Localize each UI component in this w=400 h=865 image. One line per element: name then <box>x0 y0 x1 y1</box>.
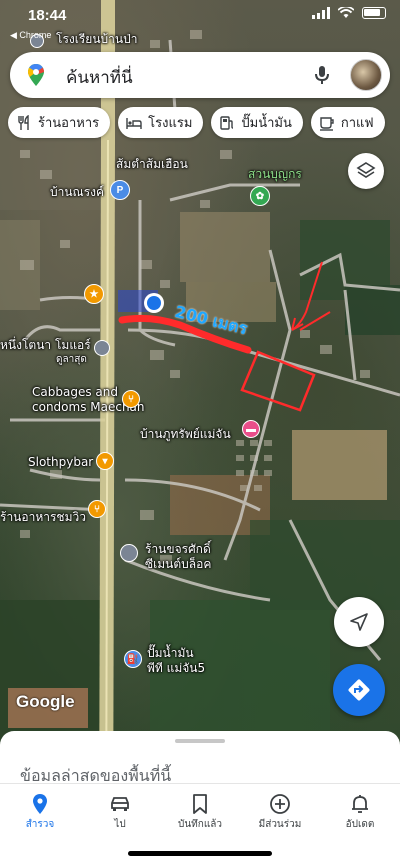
nav-label: อัปเดต <box>345 819 375 830</box>
microphone-icon[interactable] <box>310 63 334 87</box>
chip-coffee[interactable]: กาแฟ <box>310 107 385 138</box>
plus-circle-icon <box>270 794 290 814</box>
status-time: 18:44 <box>28 7 67 24</box>
fork-knife-icon <box>18 114 29 130</box>
back-to-chrome-link[interactable]: ◀ Chrome <box>10 30 51 41</box>
google-maps-logo-icon <box>28 64 44 86</box>
gas-station-pin-icon[interactable]: ⛽ <box>124 650 142 668</box>
bar-pin-icon[interactable]: ▾ <box>96 452 114 470</box>
home-indicator[interactable] <box>128 851 272 856</box>
nav-go[interactable]: ไป <box>80 784 160 836</box>
park-pin-icon[interactable]: ✿ <box>250 186 270 206</box>
nav-updates[interactable]: อัปเดต <box>320 784 400 836</box>
map-label-gas[interactable]: ปั๊มน้ำมัน พีที แม่จัน5 <box>147 646 205 676</box>
restaurant-pin-icon[interactable]: ⑂ <box>88 500 106 518</box>
chip-label: ร้านอาหาร <box>38 116 100 131</box>
location-pin-icon <box>33 794 47 814</box>
battery-icon <box>362 7 386 19</box>
directions-icon <box>348 679 370 701</box>
map-label-slothpybar[interactable]: Slothpybar <box>28 455 93 469</box>
car-icon <box>111 797 129 811</box>
status-bar: 18:44 ◀ Chrome <box>0 0 400 40</box>
bookmark-icon <box>193 794 207 814</box>
chip-gas-stations[interactable]: ปั๊มน้ำมัน <box>211 107 303 138</box>
home-indicator-area <box>0 835 400 865</box>
gas-pump-icon <box>220 115 234 130</box>
nav-label: บันทึกแล้ว <box>177 819 223 830</box>
signal-icon <box>312 7 330 19</box>
map-label-school[interactable]: โรงเรียนบ้านป่า <box>56 30 137 49</box>
map-label-banphut[interactable]: บ้านภูทรัพย์แม่จัน <box>140 425 231 444</box>
map-label-nueng-sub: ดูลาสุด <box>56 354 87 365</box>
map-label-bannarong[interactable]: บ้านณรงค์ <box>50 183 104 202</box>
nav-label: สำรวจ <box>25 819 55 830</box>
wifi-icon <box>338 7 354 18</box>
category-chips: ร้านอาหาร โรงแรม ปั๊มน้ำมัน กาแฟ <box>8 107 385 139</box>
star-pin-icon[interactable]: ★ <box>84 284 104 304</box>
nav-label: ไป <box>114 819 126 830</box>
map-label-somtam[interactable]: ส้มตำส้มเฮือน <box>116 155 188 174</box>
map-label-cement[interactable]: ร้านขจรศักดิ์ ซีเมนต์บล็อค <box>145 542 211 572</box>
sheet-drag-handle[interactable] <box>175 739 225 743</box>
shop-pin-icon[interactable] <box>120 544 138 562</box>
chip-label: กาแฟ <box>340 116 374 131</box>
hotel-pin-icon[interactable]: ▬ <box>242 420 260 438</box>
nav-contribute[interactable]: มีส่วนร่วม <box>240 784 320 836</box>
map-label-suanbunkon[interactable]: สวนบุญกร <box>248 165 302 184</box>
chip-hotels[interactable]: โรงแรม <box>118 107 204 138</box>
coffee-cup-icon <box>319 116 334 131</box>
layers-icon <box>356 162 376 178</box>
chip-label: โรงแรม <box>148 116 193 131</box>
bed-icon <box>126 117 142 129</box>
nav-explore[interactable]: สำรวจ <box>0 784 80 836</box>
search-bar[interactable]: ค้นหาที่นี่ <box>10 52 390 98</box>
bottom-navigation: สำรวจ ไป บันทึกแล้ว มีส่วนร่วม อัปเดต <box>0 783 400 835</box>
chip-label: ปั๊มน้ำมัน <box>241 116 292 131</box>
search-input[interactable]: ค้นหาที่นี่ <box>66 64 133 91</box>
directions-button[interactable] <box>333 664 385 716</box>
bell-icon <box>352 795 368 813</box>
nav-label: มีส่วนร่วม <box>258 819 302 830</box>
restaurant-pin-icon[interactable]: ⑂ <box>122 390 140 408</box>
google-attribution: Google <box>16 692 75 711</box>
account-avatar[interactable] <box>350 59 382 91</box>
navigation-arrow-icon <box>350 613 368 631</box>
map-label-chomwiw[interactable]: ร้านอาหารชมวิว <box>0 508 86 527</box>
parking-pin-icon[interactable]: P <box>110 180 130 200</box>
chip-restaurants[interactable]: ร้านอาหาร <box>8 107 111 138</box>
nav-saved[interactable]: บันทึกแล้ว <box>160 784 240 836</box>
my-location-button[interactable] <box>334 597 384 647</box>
map-layers-button[interactable] <box>348 153 384 189</box>
place-pin-icon[interactable] <box>94 340 110 356</box>
